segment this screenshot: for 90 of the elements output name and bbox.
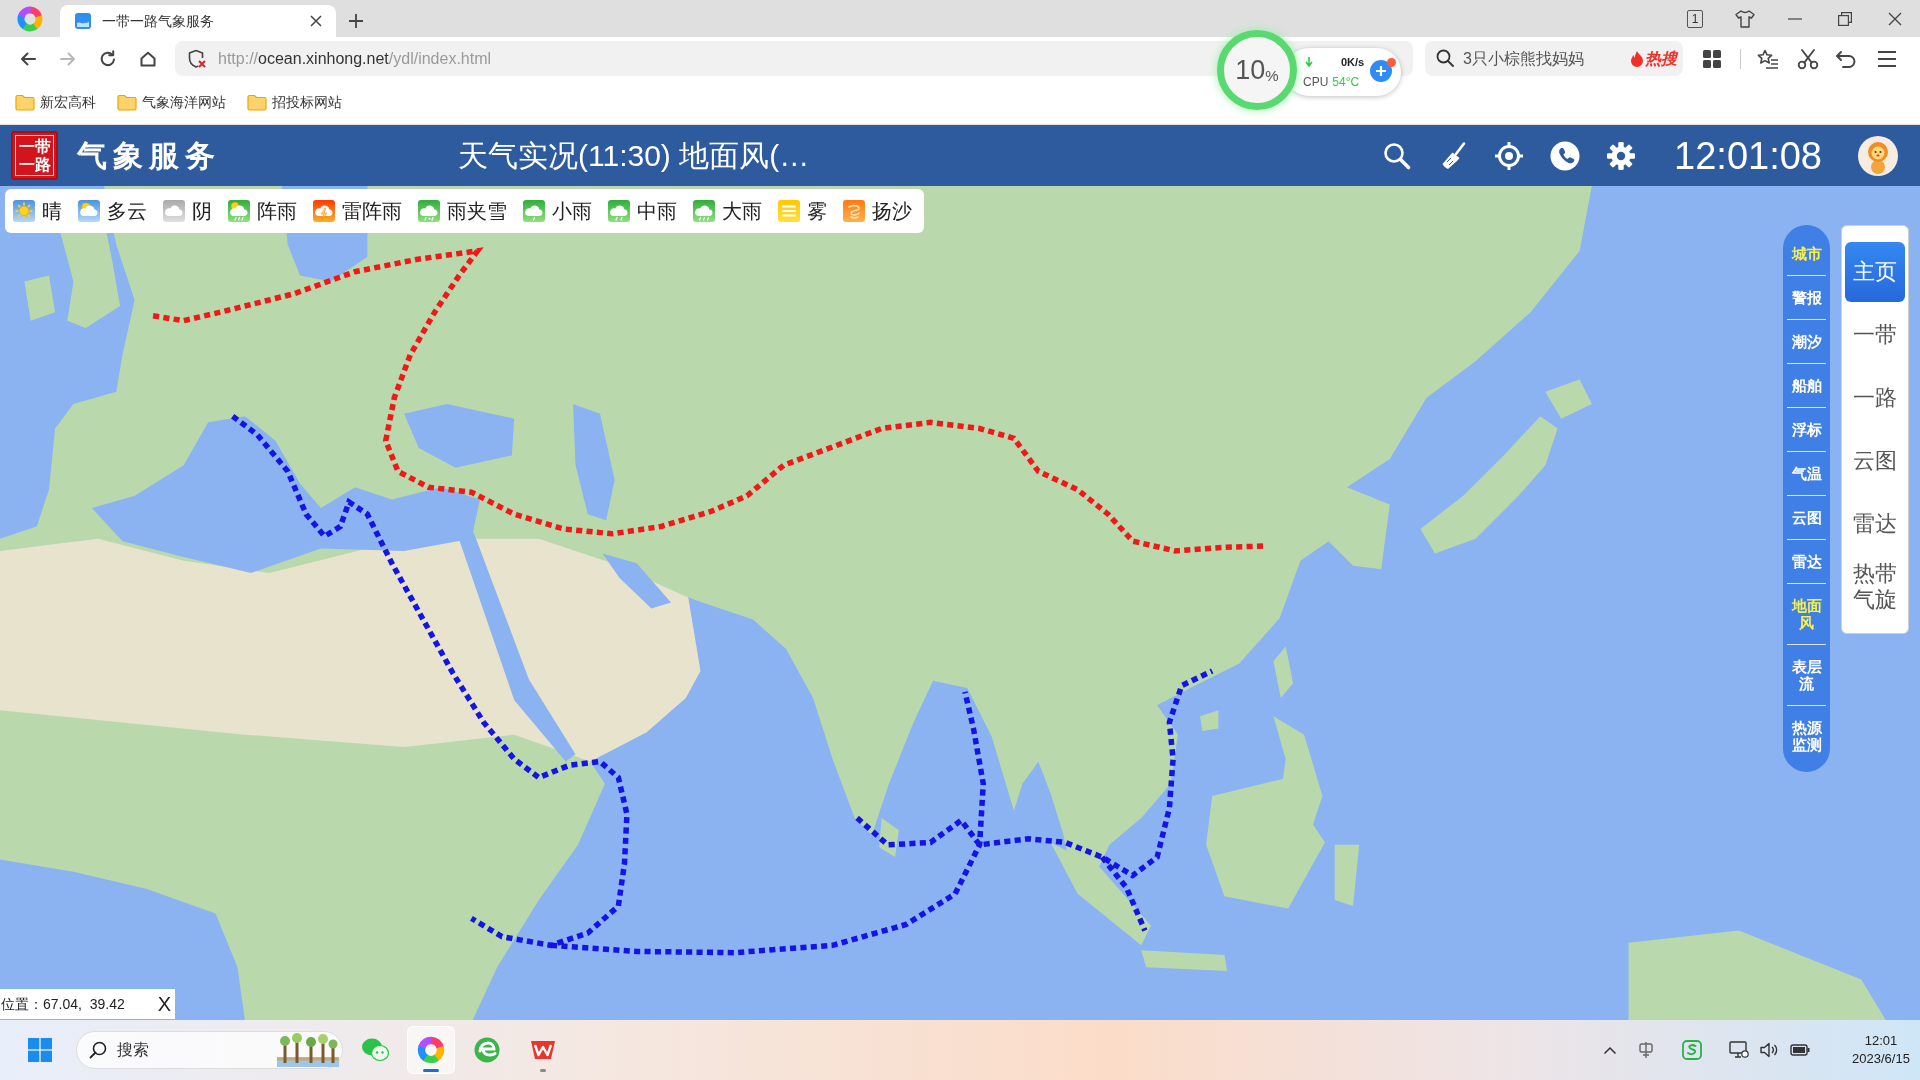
close-icon[interactable] bbox=[1888, 11, 1902, 26]
net-speed-text: 0K/s bbox=[1341, 54, 1365, 70]
app-title: 气象服务 bbox=[77, 137, 221, 175]
legend-label: 小雨 bbox=[552, 199, 592, 223]
page-favicon-icon bbox=[74, 12, 92, 30]
hot-search-link[interactable]: 热搜 bbox=[1645, 46, 1677, 71]
legend-label: 晴 bbox=[42, 199, 62, 223]
clock-time[interactable]: 12:01 bbox=[1864, 1032, 1898, 1050]
lightning-cloud-icon bbox=[313, 200, 335, 222]
fog-lines-icon bbox=[778, 200, 800, 222]
settings-icon[interactable] bbox=[1606, 140, 1637, 171]
legend-label: 多云 bbox=[107, 199, 147, 223]
search-icon bbox=[89, 1041, 107, 1059]
legend-label: 大雨 bbox=[722, 199, 762, 223]
sun-icon bbox=[13, 200, 35, 222]
close-icon[interactable] bbox=[310, 15, 322, 27]
monitor-icon[interactable] bbox=[1729, 1041, 1749, 1059]
seal-logo: 一带 一路 bbox=[11, 131, 58, 180]
bookmark-item[interactable]: 招投标网站 bbox=[247, 91, 342, 113]
search-icon bbox=[1436, 49, 1454, 67]
cloud-rain-snow-icon bbox=[418, 200, 440, 222]
plus-icon bbox=[1375, 65, 1387, 77]
windows-start-icon[interactable] bbox=[28, 1038, 52, 1062]
minimize-icon[interactable] bbox=[1788, 17, 1802, 20]
lion-avatar-icon[interactable] bbox=[1858, 135, 1898, 176]
coordinates-text: 位置：67.04, 39.42 bbox=[1, 994, 125, 1014]
cloud-rain-icon bbox=[608, 200, 630, 222]
legend-label: 中雨 bbox=[637, 199, 677, 223]
chevron-up-icon[interactable] bbox=[1603, 1045, 1617, 1055]
input-method-icon[interactable] bbox=[1637, 1041, 1655, 1059]
world-map-drawing[interactable] bbox=[0, 186, 1920, 1020]
layer-menu-item[interactable]: 浮标 bbox=[1787, 408, 1826, 451]
scissors-icon[interactable] bbox=[1797, 47, 1819, 70]
ring-logo-icon[interactable] bbox=[17, 5, 43, 32]
legend-label: 雾 bbox=[807, 199, 827, 223]
grid-icon[interactable] bbox=[1702, 48, 1722, 69]
add-button[interactable] bbox=[1370, 60, 1392, 82]
restore-icon[interactable] bbox=[1838, 11, 1852, 26]
legend-label: 阵雨 bbox=[257, 199, 297, 223]
chat-bubbles-icon bbox=[361, 1037, 389, 1063]
legend-label: 雷阵雨 bbox=[342, 199, 402, 223]
reload-icon[interactable] bbox=[98, 48, 118, 69]
folder-icon bbox=[247, 93, 267, 111]
layer-menu-item[interactable]: 热源监测 bbox=[1787, 706, 1826, 766]
folder-icon bbox=[117, 93, 137, 111]
shirt-icon[interactable] bbox=[1734, 8, 1756, 29]
target-icon[interactable] bbox=[1494, 140, 1525, 171]
cpu-temperature-text: 54°C bbox=[1332, 74, 1360, 91]
layer-menu-item[interactable]: 雷达 bbox=[1787, 540, 1826, 583]
clock-text: 12:01:08 bbox=[1674, 135, 1822, 176]
trees-drawing bbox=[277, 1033, 339, 1067]
legend-label: 雨夹雪 bbox=[447, 199, 507, 223]
shield-warning-icon bbox=[187, 48, 207, 69]
cloud-icon bbox=[163, 200, 185, 222]
sun-cloud-icon bbox=[78, 200, 100, 222]
flame-icon bbox=[1631, 50, 1643, 67]
battery-icon[interactable] bbox=[1790, 1043, 1810, 1057]
legend-label: 阴 bbox=[192, 199, 212, 223]
undo-icon[interactable] bbox=[1835, 48, 1857, 69]
bookmark-item[interactable]: 新宏高科 bbox=[15, 91, 96, 113]
speaker-icon[interactable] bbox=[1760, 1042, 1778, 1058]
plus-icon[interactable] bbox=[348, 13, 364, 29]
layer-menu-item[interactable]: 警报 bbox=[1787, 276, 1826, 319]
nav-menu-item[interactable]: 主页 bbox=[1845, 242, 1905, 302]
star-list-icon[interactable] bbox=[1757, 48, 1779, 69]
download-arrow-icon bbox=[1305, 57, 1313, 67]
ring-logo-icon bbox=[417, 1036, 445, 1064]
clock-date[interactable]: 2023/6/15 bbox=[1852, 1050, 1910, 1068]
search-icon[interactable] bbox=[1382, 140, 1413, 171]
bookmark-item[interactable]: 气象海洋网站 bbox=[117, 91, 226, 113]
sun-cloud-rain-icon bbox=[228, 200, 250, 222]
layer-menu-item[interactable]: 船舶 bbox=[1787, 364, 1826, 407]
folder-icon bbox=[15, 93, 35, 111]
browser-tab[interactable]: 一带一路气象服务 bbox=[60, 5, 336, 37]
taskbar-app-button[interactable] bbox=[407, 1026, 455, 1074]
phone-icon[interactable] bbox=[1550, 140, 1581, 171]
legend-label: 扬沙 bbox=[872, 199, 912, 223]
e-logo-icon bbox=[473, 1036, 501, 1064]
cloud-rain-icon bbox=[523, 200, 545, 222]
close-button[interactable]: X bbox=[157, 993, 171, 1015]
menu-icon[interactable] bbox=[1877, 49, 1897, 68]
layer-menu-item[interactable]: 表层流 bbox=[1787, 645, 1826, 705]
cloud-heavy-rain-icon bbox=[693, 200, 715, 222]
page-heading: 天气实况(11:30) 地面风(… bbox=[458, 138, 810, 174]
layer-menu-item[interactable]: 气温 bbox=[1787, 452, 1826, 495]
tab-counter-button[interactable]: 1 bbox=[1687, 9, 1703, 28]
layer-menu-item[interactable]: 潮汐 bbox=[1787, 320, 1826, 363]
layer-menu-item[interactable]: 云图 bbox=[1787, 496, 1826, 539]
swirl-icon bbox=[843, 200, 865, 222]
cpu-label: CPU bbox=[1303, 74, 1329, 91]
